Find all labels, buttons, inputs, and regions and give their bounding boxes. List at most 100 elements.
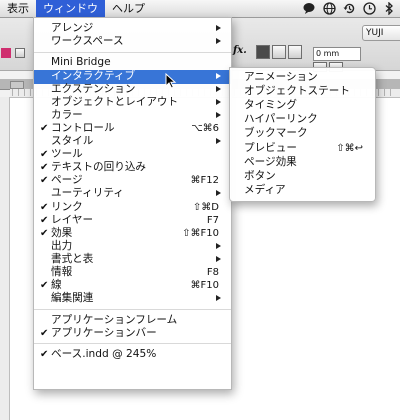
menu-item-label: アレンジ [51,22,94,34]
stroke-button[interactable] [256,45,270,59]
menu-item-label: リンク [51,200,83,213]
menu-item-label: ベース.indd @ 245% [51,347,157,360]
effects-icon[interactable]: fx. [233,45,247,56]
window-menu-item-24[interactable]: ✔ アプリケーションバー [34,327,231,340]
window-menu-item-19[interactable]: 情報 F8 [34,266,231,279]
interactive-submenu-item[interactable]: メディア [230,184,375,197]
window-menu-item-4[interactable]: インタラクティブ [34,69,231,84]
window-menu-item-6[interactable]: オブジェクトとレイアウト [34,96,231,109]
bubble-icon[interactable] [302,1,316,15]
window-menu-item-23[interactable]: アプリケーションフレーム [34,314,231,327]
submenu-arrow-icon [216,98,221,105]
menu-item-shortcut: ⌘F12 [190,175,219,187]
window-menu-item-13[interactable]: ユーティリティ [34,187,231,200]
window-menu-item-5[interactable]: エクステンション [34,83,231,96]
interactive-submenu-item[interactable]: ボタン [230,170,375,183]
interactive-submenu-item[interactable]: タイミング [230,99,375,112]
menu-view[interactable]: 表示 [0,0,36,17]
interactive-submenu-item[interactable]: アニメーション [230,71,375,84]
mouse-cursor-icon [165,73,177,89]
window-menu-item-indd-245[interactable]: ✔ ベース.indd @ 245% [34,348,231,361]
menu-separator [34,51,231,53]
time-machine-icon[interactable] [342,1,356,15]
submenu-item-label: タイミング [244,99,297,112]
menu-item-label: レイヤー [51,213,94,226]
status-tray [302,1,396,15]
window-menu-item-16[interactable]: ✔ 効果 ⇧⌘F10 [34,227,231,240]
window-menu-item-17[interactable]: 出力 [34,240,231,253]
interactive-submenu-item[interactable]: ハイパーリンク [230,113,375,126]
submenu-item-label: オブジェクトステート [244,85,350,98]
window-menu-item-9[interactable]: スタイル [34,135,231,148]
submenu-arrow-icon [216,242,221,249]
dimension-field[interactable]: 0 mm [313,47,361,61]
menu-item-label: 効果 [51,226,73,239]
submenu-arrow-icon [216,25,221,31]
document-tab[interactable] [10,81,24,89]
submenu-arrow-icon [216,255,221,262]
interactive-submenu-item[interactable]: プレビュー ⇧⌘↩ [230,142,375,155]
menu-item-label: アプリケーションバー [51,326,157,339]
window-menu-item-18[interactable]: 書式と表 [34,253,231,266]
color-swatch[interactable] [1,48,11,58]
submenu-arrow-icon [216,295,221,302]
bluetooth-icon[interactable] [382,1,396,15]
window-menu-item-11[interactable]: ✔ テキストの回り込み [34,161,231,174]
menu-item-label: ユーティリティ [51,187,124,200]
menu-window[interactable]: ウィンドウ [36,0,105,17]
window-menu-item-7[interactable]: カラー [34,109,231,122]
checkmark-icon: ✔ [40,162,49,174]
menu-item-label: オブジェクトとレイアウト [51,95,179,108]
menu-item-label: インタラクティブ [51,69,136,82]
menu-item-label: ワークスペース [51,35,124,48]
checkmark-icon: ✔ [40,201,49,213]
menu-item-label: 書式と表 [51,252,94,265]
interactive-submenu-item[interactable]: ページ効果 [230,156,375,169]
menu-item-label: カラー [51,108,83,121]
checkmark-icon: ✔ [40,348,49,360]
window-menu-item-14[interactable]: ✔ リンク ⇧⌘D [34,201,231,214]
align-button[interactable] [288,45,302,59]
window-menu-item-mini-bridge[interactable]: Mini Bridge [34,56,231,69]
checkmark-icon: ✔ [40,149,49,161]
checkmark-icon: ✔ [40,227,49,239]
interactive-submenu: アニメーション オブジェクトステート タイミング ハイパーリンク ブックマークプレビュー… [229,67,376,202]
tool-button[interactable] [15,48,25,58]
clock-icon[interactable] [362,1,376,15]
submenu-item-label: ボタン [244,169,276,182]
window-menu: アレンジ ワークスペース Mini Bridge インタラクティブ エクステンション オブ… [33,17,232,390]
window-menu-item-12[interactable]: ✔ ページ ⌘F12 [34,174,231,187]
fill-button[interactable] [272,45,286,59]
menu-item-shortcut: ⇧⌘F10 [182,227,219,239]
checkmark-icon: ✔ [40,327,49,339]
interactive-submenu-item[interactable]: オブジェクトステート [230,85,375,98]
menu-item-label: 出力 [51,239,73,252]
submenu-item-label: メディア [244,183,286,196]
menubar: 表示 ウィンドウ ヘルプ [0,0,400,18]
submenu-arrow-icon [216,138,221,144]
window-menu-item-21[interactable]: 編集関連 [34,292,231,305]
workspace-dropdown[interactable]: YUJI [362,25,400,41]
window-menu-item-20[interactable]: ✔ 線 ⌘F10 [34,279,231,292]
menu-item-label: エクステンション [51,82,136,95]
menu-help[interactable]: ヘルプ [105,0,152,17]
submenu-arrow-icon [216,85,221,92]
window-menu-item-8[interactable]: ✔ コントロール ⌥⌘6 [34,122,231,135]
window-menu-item-10[interactable]: ✔ ツール [34,148,231,161]
submenu-arrow-icon [216,72,221,79]
menu-item-shortcut: F8 [206,267,219,278]
submenu-item-label: ブックマーク [244,127,308,140]
menu-item-label: Mini Bridge [51,56,111,69]
globe-icon[interactable] [322,1,336,15]
menu-item-label: ページ [51,174,83,187]
window-menu-item-1[interactable]: ワークスペース [34,35,231,48]
menu-item-label: 線 [51,279,62,292]
window-menu-item-15[interactable]: ✔ レイヤー F7 [34,214,231,227]
interactive-submenu-item[interactable]: ブックマーク [230,127,375,140]
submenu-arrow-icon [216,111,221,118]
menu-item-shortcut: ⌘F10 [190,280,219,292]
menu-item-shortcut: ⌥⌘6 [191,122,219,134]
window-menu-item-0[interactable]: アレンジ [34,22,231,35]
submenu-arrow-icon [216,190,221,197]
menu-item-label: ツール [51,148,83,161]
